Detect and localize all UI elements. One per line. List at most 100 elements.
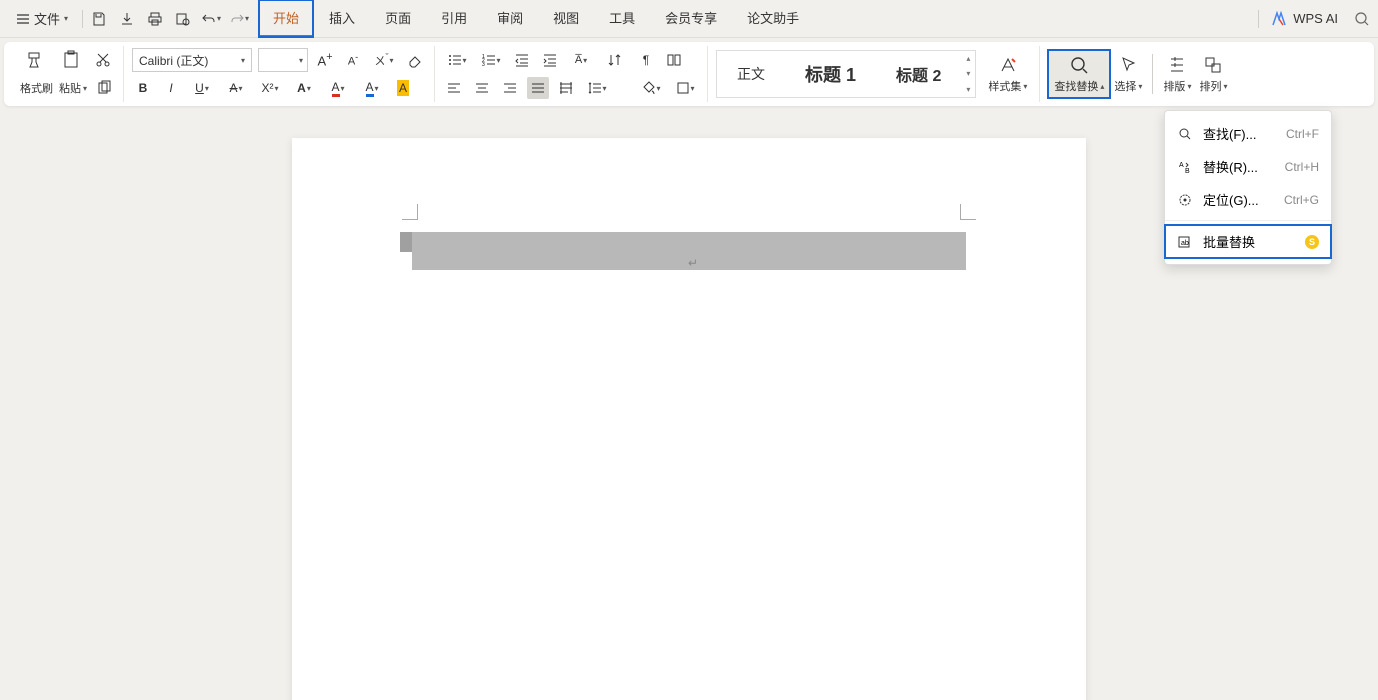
styleset-button[interactable]: 样式集▾: [984, 52, 1031, 96]
char-scale-button[interactable]: A̅▾: [567, 49, 595, 71]
dropdown-item-replace[interactable]: AB 替换(R)... Ctrl+H: [1165, 150, 1331, 183]
group-font: Calibri (正文)▾ ▾ A+ A- ㄨˇ▾ B I U▾ A▾ X²▾ …: [124, 46, 435, 102]
dropdown-item-shortcut: Ctrl+F: [1286, 127, 1319, 141]
number-list-button[interactable]: 123▾: [477, 49, 505, 71]
arrange-button[interactable]: 排列▾: [1195, 52, 1231, 96]
premium-badge-icon: S: [1305, 235, 1319, 249]
sort-button[interactable]: [601, 49, 629, 71]
char-scale-icon: A̅: [575, 54, 582, 66]
style-normal[interactable]: 正文: [717, 51, 785, 97]
replace-icon: AB: [1178, 160, 1192, 174]
save-button[interactable]: [89, 9, 109, 29]
columns-button[interactable]: [663, 49, 685, 71]
paste-button[interactable]: [56, 47, 86, 73]
save-icon: [91, 11, 107, 27]
file-menu-button[interactable]: 文件 ▾: [8, 5, 76, 32]
show-marks-button[interactable]: ¶: [635, 49, 657, 71]
arrange-icon: [1203, 55, 1223, 75]
style-heading2[interactable]: 标题 2: [876, 51, 961, 97]
select-button[interactable]: 选择▾: [1110, 52, 1146, 96]
font-size-select[interactable]: ▾: [258, 48, 308, 72]
tab-review[interactable]: 审阅: [483, 0, 537, 37]
distribute-button[interactable]: [555, 77, 577, 99]
dropdown-item-shortcut: Ctrl+H: [1285, 160, 1319, 174]
paste-icon: [61, 50, 81, 70]
font-color-blue-button[interactable]: A▾: [358, 77, 386, 99]
copy-button[interactable]: [93, 77, 115, 99]
export-button[interactable]: [117, 9, 137, 29]
svg-text:A: A: [1179, 162, 1184, 169]
shading-button[interactable]: ▾: [637, 77, 665, 99]
bold-button[interactable]: B: [132, 77, 154, 99]
increase-font-button[interactable]: A+: [314, 49, 336, 71]
tab-member[interactable]: 会员专享: [651, 0, 731, 37]
dropdown-divider: [1165, 220, 1331, 221]
style-scroll-expand[interactable]: ▾: [961, 82, 975, 97]
highlight-icon: A: [397, 80, 409, 96]
cut-button[interactable]: [92, 49, 114, 71]
style-scroll-up[interactable]: ▴: [961, 51, 975, 66]
strikethrough-button[interactable]: A▾: [222, 77, 250, 99]
group-styles: 正文 标题 1 标题 2 ▴ ▾ ▾ 样式集▾: [708, 46, 1040, 102]
tab-thesis[interactable]: 论文助手: [733, 0, 813, 37]
print-button[interactable]: [145, 9, 165, 29]
layout-button[interactable]: 排版▾: [1159, 52, 1195, 96]
align-center-button[interactable]: [471, 77, 493, 99]
dropdown-item-label: 查找(F)...: [1203, 124, 1276, 143]
tab-reference[interactable]: 引用: [427, 0, 481, 37]
tab-insert[interactable]: 插入: [315, 0, 369, 37]
phonetic-guide-button[interactable]: ㄨˇ▾: [370, 49, 398, 71]
ribbon-toolbar: 格式刷 粘贴▾ Calibri (正文)▾ ▾ A+ A- ㄨˇ▾ B I U▾…: [4, 42, 1374, 106]
format-painter-button[interactable]: [20, 47, 50, 73]
italic-icon: I: [169, 81, 172, 95]
separator: [1152, 54, 1153, 94]
file-menu-label: 文件: [34, 9, 60, 28]
redo-button[interactable]: ▾: [229, 9, 249, 29]
italic-button[interactable]: I: [160, 77, 182, 99]
quick-access-toolbar: ▾ ▾: [89, 9, 249, 29]
paragraph-mark-icon: ↵: [688, 256, 698, 270]
paste-label[interactable]: 粘贴▾: [59, 80, 87, 96]
borders-button[interactable]: ▾: [671, 77, 699, 99]
dropdown-item-goto[interactable]: 定位(G)... Ctrl+G: [1165, 183, 1331, 216]
search-icon[interactable]: [1354, 11, 1370, 27]
style-scroll-down[interactable]: ▾: [961, 66, 975, 81]
decrease-font-button[interactable]: A-: [342, 49, 364, 71]
align-right-button[interactable]: [499, 77, 521, 99]
bullet-list-button[interactable]: ▾: [443, 49, 471, 71]
copy-icon: [96, 80, 112, 96]
dropdown-item-batch-replace[interactable]: ab 批量替换 S: [1165, 225, 1331, 258]
margin-corner-tl: [402, 204, 418, 220]
highlight-button[interactable]: A: [392, 77, 414, 99]
eraser-icon: [407, 52, 423, 68]
underline-button[interactable]: U▾: [188, 77, 216, 99]
align-left-button[interactable]: [443, 77, 465, 99]
document-page[interactable]: ↵: [292, 138, 1086, 700]
font-name-select[interactable]: Calibri (正文)▾: [132, 48, 252, 72]
tab-start[interactable]: 开始: [259, 0, 313, 37]
decrease-indent-button[interactable]: [511, 49, 533, 71]
text-effects-button[interactable]: A▾: [290, 77, 318, 99]
selection-indent-marker: [400, 232, 412, 252]
print-icon: [147, 11, 163, 27]
dropdown-item-find[interactable]: 查找(F)... Ctrl+F: [1165, 117, 1331, 150]
strikethrough-icon: A: [230, 81, 238, 95]
increase-indent-button[interactable]: [539, 49, 561, 71]
undo-button[interactable]: ▾: [201, 9, 221, 29]
dropdown-item-label: 定位(G)...: [1203, 190, 1274, 209]
clear-formatting-button[interactable]: [404, 49, 426, 71]
group-editing: 查找替换▴ 选择▾ 排版▾ 排列▾: [1040, 46, 1239, 102]
preview-button[interactable]: [173, 9, 193, 29]
chevron-down-icon: ▾: [64, 14, 68, 23]
font-color-red-button[interactable]: A▾: [324, 77, 352, 99]
wps-ai-label[interactable]: WPS AI: [1293, 11, 1338, 26]
line-spacing-button[interactable]: ▾: [583, 77, 611, 99]
superscript-button[interactable]: X²▾: [256, 77, 284, 99]
tab-page[interactable]: 页面: [371, 0, 425, 37]
pilcrow-icon: ¶: [643, 53, 649, 67]
style-heading1[interactable]: 标题 1: [785, 51, 876, 97]
tab-view[interactable]: 视图: [539, 0, 593, 37]
align-justify-button[interactable]: [527, 77, 549, 99]
find-replace-button[interactable]: 查找替换▴: [1048, 50, 1110, 98]
tab-tools[interactable]: 工具: [595, 0, 649, 37]
